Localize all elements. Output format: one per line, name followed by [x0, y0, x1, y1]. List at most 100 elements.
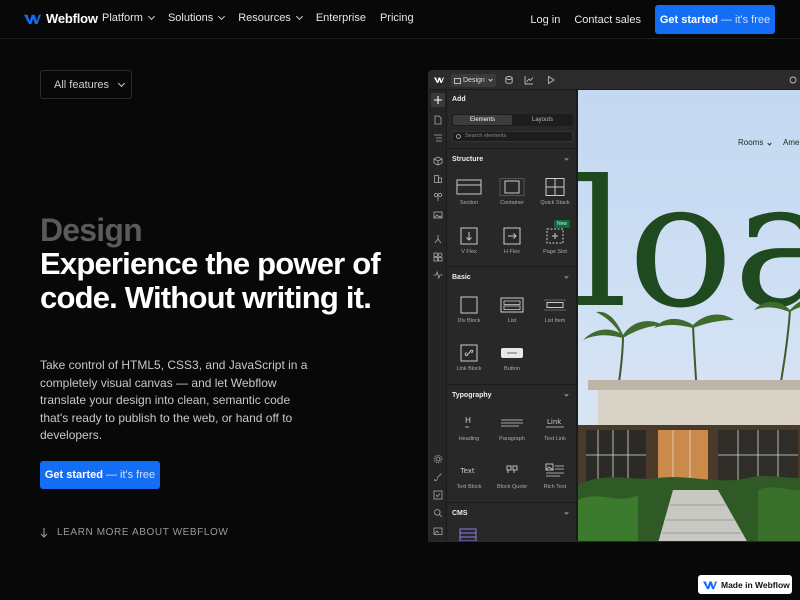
element-list[interactable]: List	[493, 296, 531, 324]
section-typography-title[interactable]: Typography	[452, 392, 492, 399]
variables-icon[interactable]	[433, 174, 443, 184]
element-block-quote[interactable]: Block Quote	[493, 462, 531, 490]
learn-more-link[interactable]: LEARN MORE ABOUT WEBFLOW	[40, 527, 228, 538]
play-icon[interactable]	[546, 75, 556, 85]
chevron-down-icon	[147, 12, 156, 21]
element-label: Quick Stack	[540, 200, 570, 206]
chevron-down-icon[interactable]	[564, 274, 569, 279]
element-page-slot[interactable]: Page Slot	[536, 227, 574, 255]
get-started-button[interactable]: Get started — it's free	[40, 461, 160, 489]
nav-enterprise[interactable]: Enterprise	[316, 12, 366, 24]
divider	[447, 384, 577, 385]
svg-text:H: H	[465, 416, 471, 425]
chevron-down-icon	[766, 141, 772, 146]
svg-text:Link: Link	[547, 418, 562, 426]
designer-left-rail	[429, 90, 447, 541]
webflow-logo-icon	[434, 77, 444, 83]
element-label: Heading	[458, 436, 480, 442]
nav-links: Platform Solutions Resources Enterprise …	[102, 12, 414, 24]
tab-layouts[interactable]: Layouts	[513, 115, 572, 125]
brush-icon[interactable]	[433, 472, 443, 482]
section-structure-title[interactable]: Structure	[452, 156, 483, 163]
pages-icon[interactable]	[433, 115, 443, 125]
navigator-icon[interactable]	[433, 133, 443, 143]
element-div-block[interactable]: Div Block	[450, 296, 488, 324]
element-container[interactable]: Container	[493, 178, 531, 206]
element-button[interactable]: Button	[493, 344, 531, 372]
search-elements-input[interactable]: Search elements	[452, 131, 573, 142]
element-label: Container	[500, 200, 524, 206]
section-basic-title[interactable]: Basic	[452, 274, 471, 281]
webflow-logo[interactable]: Webflow	[24, 11, 98, 26]
webflow-logo-icon	[24, 14, 41, 24]
activity-icon[interactable]	[433, 270, 443, 280]
element-label: List Item	[544, 318, 566, 324]
divider	[447, 148, 577, 149]
element-v-flex[interactable]: V Flex	[450, 227, 488, 255]
nav-solutions[interactable]: Solutions	[168, 12, 226, 24]
element-paragraph[interactable]: Paragraph	[493, 414, 531, 442]
element-label: Text Block	[456, 484, 482, 490]
gear-icon[interactable]	[433, 454, 443, 464]
get-started-button-nav[interactable]: Get started — it's free	[655, 5, 775, 34]
element-label: Page Slot	[543, 249, 567, 255]
interactions-icon[interactable]	[433, 234, 443, 244]
style-selector-icon[interactable]	[433, 192, 443, 202]
list-item-icon	[544, 299, 566, 311]
svg-text:Text: Text	[460, 467, 475, 475]
apps-icon[interactable]	[433, 252, 443, 262]
nav-platform[interactable]: Platform	[102, 12, 156, 24]
cursor-select-icon	[454, 77, 461, 84]
tab-elements[interactable]: Elements	[453, 115, 512, 125]
chevron-down-icon	[117, 79, 126, 87]
element-heading[interactable]: H Heading	[450, 414, 488, 442]
design-mode-button[interactable]: Design	[451, 74, 496, 87]
chevron-down-icon[interactable]	[564, 156, 569, 161]
nav-pricing[interactable]: Pricing	[380, 12, 414, 24]
canvas-display-text: loa	[578, 144, 800, 347]
login-link[interactable]: Log in	[530, 14, 560, 26]
cta-strong-text: Get started	[659, 13, 718, 26]
learn-more-label: LEARN MORE ABOUT WEBFLOW	[57, 527, 229, 538]
chevron-down-icon	[295, 12, 303, 21]
chevron-down-icon[interactable]	[564, 392, 569, 397]
element-h-flex[interactable]: H Flex	[493, 227, 531, 255]
contact-sales-link[interactable]: Contact sales	[574, 14, 641, 26]
div-block-icon	[460, 296, 478, 314]
assets-icon[interactable]	[433, 210, 443, 220]
text-link-icon: Link	[546, 418, 564, 428]
add-panel-title: Add	[452, 96, 466, 103]
element-text-block[interactable]: Text Text Block	[450, 462, 488, 490]
checklist-icon[interactable]	[433, 490, 443, 500]
nav-resources-label: Resources	[238, 12, 291, 24]
add-panel-button[interactable]	[431, 93, 445, 107]
v-flex-icon	[460, 227, 478, 245]
element-label: Button	[504, 366, 520, 372]
element-quick-stack[interactable]: Quick Stack	[536, 178, 574, 206]
text-block-icon: Text	[460, 467, 475, 475]
settings-dot-icon[interactable]	[788, 75, 798, 85]
image-icon[interactable]	[433, 526, 443, 536]
design-canvas[interactable]: loa	[578, 90, 800, 541]
chevron-down-icon[interactable]	[564, 510, 569, 515]
element-text-link[interactable]: Link Text Link	[536, 414, 574, 442]
chevron-down-icon	[218, 12, 226, 21]
element-section[interactable]: Section	[450, 178, 488, 206]
collection-list-icon[interactable]	[459, 528, 477, 542]
section-cms-title[interactable]: CMS	[452, 510, 468, 517]
components-icon[interactable]	[433, 156, 443, 166]
nav-resources[interactable]: Resources	[238, 12, 303, 24]
database-icon[interactable]	[504, 75, 514, 85]
search-icon[interactable]	[433, 508, 443, 518]
element-list-item[interactable]: List Item	[536, 296, 574, 324]
element-link-block[interactable]: Link Block	[450, 344, 488, 372]
element-label: Rich Text	[543, 484, 567, 490]
all-features-dropdown[interactable]: All features	[40, 70, 132, 99]
canvas-nav-amenities: Amen	[783, 138, 800, 147]
element-label: Paragraph	[499, 436, 525, 442]
page-slot-icon	[546, 228, 564, 244]
chart-icon[interactable]	[524, 75, 534, 85]
element-rich-text[interactable]: Rich Text	[536, 462, 574, 490]
made-in-webflow-badge[interactable]: Made in Webflow	[698, 575, 792, 594]
cta-light-text: — it's free	[720, 13, 771, 26]
